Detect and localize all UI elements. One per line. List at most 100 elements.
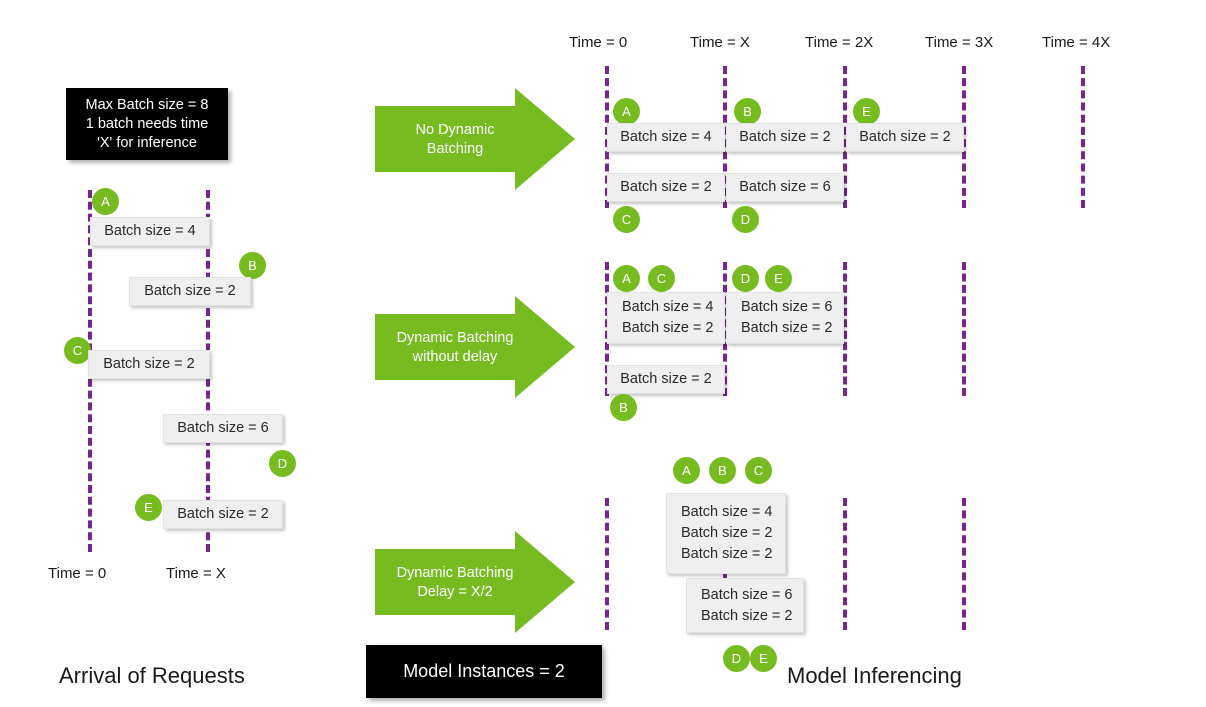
arrow-dynamic-batching-no-delay-label: Dynamic Batching without delay	[375, 329, 535, 367]
request-badge-b: B	[239, 252, 266, 279]
scenario2-instance1-slot1-badge-c-label: C	[656, 271, 667, 286]
scenario3-instance1-slot1-badge-c-label: C	[753, 463, 764, 478]
scenario2-instance1-slot1-box: Batch size = 4 Batch size = 2	[607, 292, 725, 344]
scenario2-instance1-slot2-badge-e: E	[765, 265, 792, 292]
scenario3-instance1-slot1-badge-a: A	[673, 457, 700, 484]
scenario2-instance2-slot1-badge-b-label: B	[619, 400, 628, 415]
request-badge-a: A	[92, 188, 119, 215]
scenario1-instance1-slot1-line-1: Batch size = 4	[620, 129, 712, 145]
scenario3-rule-time-3x	[962, 498, 966, 630]
scenario3-instance2-slot1-badge-d: D	[723, 645, 750, 672]
scenario2-instance2-slot1-line-1: Batch size = 2	[620, 371, 712, 387]
scenario3-instance2-slot1-badge-e-label: E	[759, 651, 768, 666]
scenario2-instance1-slot2-box: Batch size = 6 Batch size = 2	[726, 292, 844, 344]
scenario3-instance1-slot1-badge-a-label: A	[682, 463, 691, 478]
scenario1-instance2-slot1-badge-c-label: C	[621, 212, 632, 227]
arrow-no-dynamic-batching-label: No Dynamic Batching	[375, 121, 535, 159]
right-axis-label-time-0: Time = 0	[569, 34, 628, 51]
arrow-2-line-2: without delay	[412, 349, 498, 365]
request-box-a-text: Batch size = 4	[104, 223, 196, 239]
request-box-d-text: Batch size = 6	[177, 420, 269, 436]
request-badge-c-label: C	[72, 343, 83, 358]
scenario1-instance1-slot1-badge-a-label: A	[622, 104, 631, 119]
arrow-no-dynamic-batching: No Dynamic Batching	[375, 88, 575, 190]
scenario1-instance1-slot2-badge-b: B	[734, 98, 761, 125]
request-badge-c: C	[64, 337, 91, 364]
config-note-line-3: 'X' for inference	[97, 134, 197, 151]
scenario1-instance2-slot1-box: Batch size = 2	[607, 173, 725, 202]
right-axis-label-time-2x: Time = 2X	[805, 34, 874, 51]
scenario2-instance1-slot2-line-1: Batch size = 6	[741, 299, 833, 315]
scenario3-instance2-slot1-badge-d-label: D	[731, 651, 742, 666]
scenario3-instance2-slot1-line-1: Batch size = 6	[701, 586, 793, 603]
scenario2-instance1-slot1-line-1: Batch size = 4	[622, 299, 714, 315]
scenario2-instance2-slot1-box: Batch size = 2	[607, 365, 725, 394]
scenario2-instance1-slot2-badge-e-label: E	[774, 271, 783, 286]
request-badge-d: D	[269, 450, 296, 477]
request-box-b-text: Batch size = 2	[144, 283, 236, 299]
request-box-a: Batch size = 4	[90, 217, 210, 246]
scenario3-instance1-slot1-badge-c: C	[745, 457, 772, 484]
scenario1-instance1-slot3-box: Batch size = 2	[846, 123, 964, 152]
left-axis-label-time-0: Time = 0	[48, 565, 107, 582]
scenario3-instance1-slot1-badge-b: B	[709, 457, 736, 484]
diagram-canvas: Max Batch size = 8 1 batch needs time 'X…	[0, 0, 1206, 707]
scenario1-instance2-slot2-line-1: Batch size = 6	[739, 179, 831, 195]
scenario2-instance1-slot1-badge-c: C	[648, 265, 675, 292]
scenario2-instance1-slot2-line-2: Batch size = 2	[741, 320, 833, 336]
scenario3-instance1-slot1-badge-b-label: B	[718, 463, 727, 478]
right-axis-label-time-4x: Time = 4X	[1042, 34, 1111, 51]
scenario1-instance2-slot2-box: Batch size = 6	[726, 173, 844, 202]
scenario1-instance2-slot1-badge-c: C	[613, 206, 640, 233]
left-axis-label-time-x: Time = X	[166, 565, 226, 582]
scenario2-instance1-slot1-badge-a: A	[613, 265, 640, 292]
arrow-2-line-1: Dynamic Batching	[396, 330, 514, 346]
request-badge-e-label: E	[144, 500, 153, 515]
arrow-3-line-2: Delay = X/2	[417, 584, 493, 600]
scenario1-instance1-slot1-badge-a: A	[613, 98, 640, 125]
scenario3-rule-time-0	[605, 498, 609, 630]
arrow-dynamic-batching-delay-label: Dynamic Batching Delay = X/2	[375, 564, 535, 602]
right-panel-title: Model Inferencing	[787, 663, 962, 688]
scenario3-instance2-slot1-badge-e: E	[750, 645, 777, 672]
arrow-1-line-2: Batching	[426, 141, 484, 157]
scenario1-instance1-slot2-box: Batch size = 2	[726, 123, 844, 152]
scenario2-instance2-slot1-badge-b: B	[610, 394, 637, 421]
request-box-c-text: Batch size = 2	[103, 356, 195, 372]
model-instances-box: Model Instances = 2	[366, 645, 602, 698]
request-badge-e: E	[135, 494, 162, 521]
request-box-c: Batch size = 2	[88, 350, 210, 379]
arrow-3-line-1: Dynamic Batching	[396, 565, 514, 581]
arrow-dynamic-batching-no-delay: Dynamic Batching without delay	[375, 296, 575, 398]
scenario2-instance1-slot2-badge-d-label: D	[740, 271, 751, 286]
scenario2-instance1-slot1-badge-a-label: A	[622, 271, 631, 286]
scenario1-instance1-slot1-box: Batch size = 4	[607, 123, 725, 152]
left-panel-title: Arrival of Requests	[59, 663, 245, 688]
scenario3-instance2-slot1-line-2: Batch size = 2	[701, 607, 793, 624]
scenario1-instance1-slot3-badge-e-label: E	[862, 104, 871, 119]
config-note-line-2: 1 batch needs time	[85, 115, 209, 132]
request-badge-b-label: B	[248, 258, 257, 273]
model-instances-label: Model Instances = 2	[403, 661, 565, 681]
scenario1-instance2-slot1-line-1: Batch size = 2	[620, 179, 712, 195]
request-box-d: Batch size = 6	[163, 414, 283, 443]
scenario3-instance1-slot1-line-3: Batch size = 2	[681, 546, 773, 562]
request-box-b: Batch size = 2	[129, 277, 251, 306]
scenario3-instance1-slot1-line-2: Batch size = 2	[681, 525, 773, 541]
right-axis-label-time-3x: Time = 3X	[925, 34, 994, 51]
config-note-line-1: Max Batch size = 8	[85, 96, 209, 113]
scenario1-instance1-slot3-badge-e: E	[853, 98, 880, 125]
scenario1-instance2-slot2-badge-d-label: D	[740, 212, 751, 227]
scenario3-instance2-slot1-box: Batch size = 6 Batch size = 2	[686, 578, 804, 633]
scenario1-instance1-slot2-badge-b-label: B	[743, 104, 752, 119]
scenario3-instance1-slot1-box: Batch size = 4 Batch size = 2 Batch size…	[666, 493, 786, 574]
scenario2-instance1-slot2-badge-d: D	[732, 265, 759, 292]
scenario1-instance1-slot3-line-1: Batch size = 2	[859, 129, 951, 145]
scenario1-instance2-slot2-badge-d: D	[732, 206, 759, 233]
scenario1-rule-time-4x	[1081, 66, 1085, 208]
arrow-1-line-1: No Dynamic	[415, 122, 495, 138]
request-badge-d-label: D	[277, 456, 288, 471]
scenario3-rule-time-2x	[843, 498, 847, 630]
scenario2-rule-time-3x	[962, 262, 966, 396]
arrow-dynamic-batching-delay: Dynamic Batching Delay = X/2	[375, 531, 575, 633]
